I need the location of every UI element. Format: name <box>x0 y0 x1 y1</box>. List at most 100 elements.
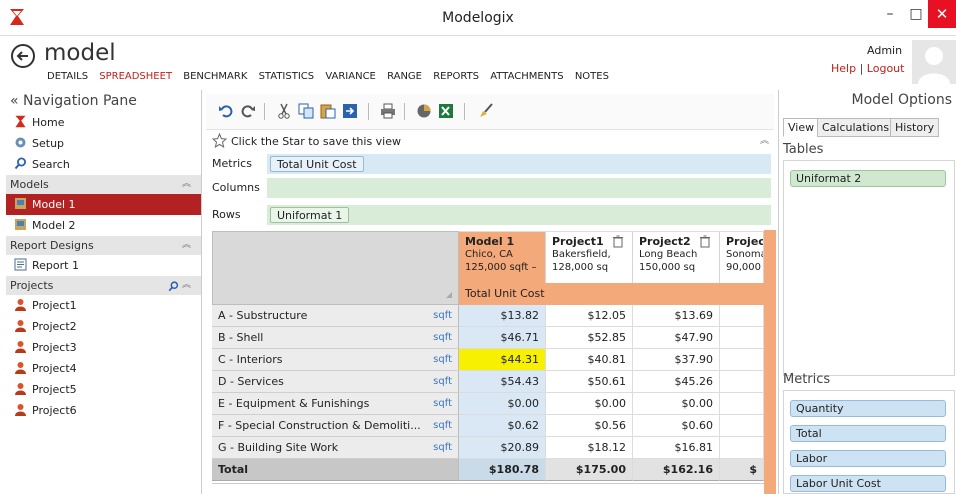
table-cell[interactable]: $13.82 <box>459 305 546 327</box>
redo-icon[interactable] <box>240 103 256 119</box>
table-cell[interactable] <box>720 437 764 459</box>
metric-chip-quantity[interactable]: Quantity <box>790 400 946 417</box>
tab-reports[interactable]: REPORTS <box>433 71 479 82</box>
row-label[interactable]: A - Substructure sqft <box>212 305 459 327</box>
table-cell[interactable]: $0.00 <box>459 393 546 415</box>
export-icon[interactable] <box>342 103 358 119</box>
table-cell[interactable]: $13.69 <box>633 305 720 327</box>
close-button[interactable]: ✕ <box>928 0 956 28</box>
table-cell[interactable]: $0.00 <box>546 393 633 415</box>
nav-item-project-5[interactable]: Project5 <box>6 379 201 400</box>
tab-statistics[interactable]: STATISTICS <box>259 71 315 82</box>
row-label[interactable]: D - Services sqft <box>212 371 459 393</box>
nav-item-search[interactable]: Search <box>6 154 201 175</box>
metric-chip-labor[interactable]: Labor <box>790 450 946 467</box>
table-cell[interactable]: $0.56 <box>546 415 633 437</box>
nav-item-report-1[interactable]: Report 1 <box>6 255 201 276</box>
table-cell[interactable]: $0.60 <box>633 415 720 437</box>
row-label[interactable]: G - Building Site Work sqft <box>212 437 459 459</box>
table-cell[interactable]: $40.81 <box>546 349 633 371</box>
table-cell[interactable]: $20.89 <box>459 437 546 459</box>
row-label[interactable]: B - Shell sqft <box>212 327 459 349</box>
table-cell[interactable]: $16.81 <box>633 437 720 459</box>
tab-details[interactable]: DETAILS <box>47 71 88 82</box>
nav-item-project-6[interactable]: Project6 <box>6 400 201 421</box>
tab-calculations[interactable]: Calculations <box>817 118 895 137</box>
column-header-project1[interactable]: Project1 Bakersfield, 128,000 sq <box>546 231 633 283</box>
table-cell[interactable] <box>720 327 764 349</box>
metrics-drop-zone[interactable]: Total Unit Cost <box>267 154 771 174</box>
tab-spreadsheet[interactable]: SPREADSHEET <box>99 71 172 82</box>
logout-link[interactable]: Logout <box>867 62 905 75</box>
table-cell[interactable]: $12.05 <box>546 305 633 327</box>
table-cell[interactable] <box>720 349 764 371</box>
collapse-chevron-icon[interactable]: ︽ <box>182 236 191 255</box>
row-label[interactable]: F - Special Construction & Demoliti... sq… <box>212 415 459 437</box>
collapse-chevron-icon[interactable]: ︽ <box>760 133 769 146</box>
rows-drop-zone[interactable]: Uniformat 1 <box>267 205 771 225</box>
collapse-chevron-icon[interactable]: ︽ <box>182 175 191 194</box>
tab-view[interactable]: View <box>783 118 820 137</box>
table-cell[interactable]: $46.71 <box>459 327 546 349</box>
table-chip-uniformat-2[interactable]: Uniformat 2 <box>790 170 946 187</box>
navigation-pane-title[interactable]: « Navigation Pane <box>6 90 201 112</box>
table-cell[interactable]: $47.90 <box>633 327 720 349</box>
nav-item-model-1[interactable]: Model 1 <box>6 194 201 215</box>
minimize-button[interactable]: – <box>876 0 904 28</box>
row-label[interactable]: C - Interiors sqft <box>212 349 459 371</box>
chart-icon[interactable] <box>416 103 432 119</box>
table-cell[interactable]: $37.90 <box>633 349 720 371</box>
table-cell[interactable]: $0.00 <box>633 393 720 415</box>
clear-brush-icon[interactable] <box>478 103 494 119</box>
column-header-project2[interactable]: Project2 Long Beach 150,000 sq <box>633 231 720 283</box>
row-label[interactable]: E - Equipment & Funishings sqft <box>212 393 459 415</box>
tab-variance[interactable]: VARIANCE <box>325 71 376 82</box>
table-cell[interactable] <box>720 305 764 327</box>
projects-section-header[interactable]: Projects ︽ <box>6 276 201 295</box>
back-arrow-icon[interactable] <box>11 44 35 68</box>
table-cell[interactable]: $45.26 <box>633 371 720 393</box>
table-cell[interactable]: $0.62 <box>459 415 546 437</box>
tab-benchmark[interactable]: BENCHMARK <box>183 71 247 82</box>
horizontal-scrollbar[interactable] <box>212 483 764 494</box>
table-cell[interactable] <box>720 393 764 415</box>
print-icon[interactable] <box>380 103 396 119</box>
trash-icon[interactable] <box>612 235 624 252</box>
nav-item-project-1[interactable]: Project1 <box>6 295 201 316</box>
help-link[interactable]: Help <box>831 62 856 75</box>
resize-grip-icon[interactable] <box>446 292 452 298</box>
undo-icon[interactable] <box>218 103 234 119</box>
nav-item-project-2[interactable]: Project2 <box>6 316 201 337</box>
tab-notes[interactable]: NOTES <box>575 71 609 82</box>
maximize-button[interactable]: □ <box>902 0 930 28</box>
cut-icon[interactable] <box>276 103 292 119</box>
metric-chip-labor-unit-cost[interactable]: Labor Unit Cost <box>790 475 946 492</box>
table-cell[interactable] <box>720 371 764 393</box>
highlighted-cell[interactable]: $44.31 <box>459 349 546 371</box>
nav-item-setup[interactable]: Setup <box>6 133 201 154</box>
copy-icon[interactable] <box>298 103 314 119</box>
tab-attachments[interactable]: ATTACHMENTS <box>490 71 563 82</box>
table-cell[interactable] <box>720 415 764 437</box>
trash-icon[interactable] <box>699 235 711 252</box>
tab-history[interactable]: History <box>890 118 940 137</box>
collapse-chevron-icon[interactable]: ︽ <box>182 276 191 295</box>
nav-item-project-3[interactable]: Project3 <box>6 337 201 358</box>
column-header-project3[interactable]: Project Sonoma 90,000 <box>720 231 764 283</box>
table-cell[interactable]: $50.61 <box>546 371 633 393</box>
star-icon[interactable] <box>211 132 228 151</box>
nav-item-model-2[interactable]: Model 2 <box>6 215 201 236</box>
nav-item-home[interactable]: Home <box>6 112 201 133</box>
table-cell[interactable]: $52.85 <box>546 327 633 349</box>
columns-drop-zone[interactable] <box>267 178 771 198</box>
nav-item-project-4[interactable]: Project4 <box>6 358 201 379</box>
column-header-model-1[interactable]: Model 1 Chico, CA 125,000 sqft – <box>459 231 546 283</box>
metric-chip-total[interactable]: Total <box>790 425 946 442</box>
avatar[interactable] <box>912 40 956 84</box>
paste-icon[interactable] <box>320 103 336 119</box>
metric-chip-total-unit-cost[interactable]: Total Unit Cost <box>270 156 364 172</box>
tab-range[interactable]: RANGE <box>387 71 422 82</box>
excel-icon[interactable] <box>438 103 454 119</box>
table-cell[interactable]: $18.12 <box>546 437 633 459</box>
report-designs-section-header[interactable]: Report Designs ︽ <box>6 236 201 255</box>
